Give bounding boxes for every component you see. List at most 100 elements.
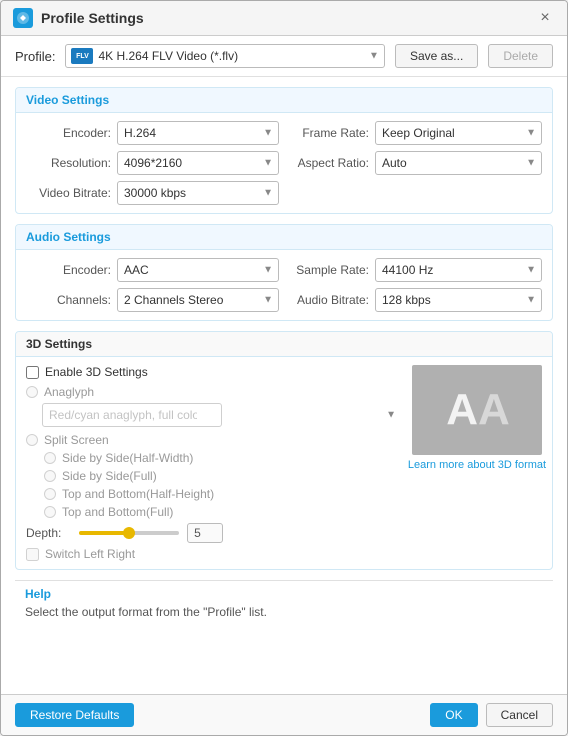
video-bitrate-select-wrapper: 30000 kbps ▼ [117, 181, 279, 205]
preview-letter-a2: A [478, 385, 508, 434]
resolution-select-wrapper: 4096*2160 ▼ [117, 151, 279, 175]
aspect-ratio-select[interactable]: Auto [375, 151, 542, 175]
split-option-2-radio[interactable] [44, 488, 56, 500]
help-text: Select the output format from the "Profi… [25, 605, 543, 619]
anaglyph-type-select[interactable]: Red/cyan anaglyph, full color [42, 403, 222, 427]
title-bar-left: Profile Settings [13, 8, 144, 28]
audio-form-grid: Encoder: AAC ▼ Channels: [26, 258, 542, 312]
channels-select[interactable]: 2 Channels Stereo [117, 288, 279, 312]
profile-select-wrapper: FLV 4K H.264 FLV Video (*.flv) ▼ [65, 44, 384, 68]
video-bitrate-select[interactable]: 30000 kbps [117, 181, 279, 205]
video-settings-header: Video Settings [16, 88, 552, 113]
channels-label: Channels: [26, 293, 111, 307]
switch-left-right-label[interactable]: Switch Left Right [45, 547, 135, 561]
enable-3d-checkbox[interactable] [26, 366, 39, 379]
audio-encoder-select-wrapper: AAC ▼ [117, 258, 279, 282]
depth-slider[interactable] [79, 531, 179, 535]
save-as-button[interactable]: Save as... [395, 44, 478, 68]
threed-left: Enable 3D Settings Anaglyph Red/cyan ana… [26, 365, 402, 561]
audio-bitrate-select-wrapper: 128 kbps ▼ [375, 288, 542, 312]
threed-settings-body: Enable 3D Settings Anaglyph Red/cyan ana… [16, 357, 552, 569]
cancel-button[interactable]: Cancel [486, 703, 553, 727]
anaglyph-type-arrow: ▼ [386, 410, 396, 421]
app-icon [13, 8, 33, 28]
channels-row: Channels: 2 Channels Stereo ▼ [26, 288, 279, 312]
threed-right: AA Learn more about 3D format [412, 365, 542, 561]
close-button[interactable]: × [535, 8, 555, 28]
anaglyph-select-wrapper: Red/cyan anaglyph, full color ▼ [42, 403, 402, 427]
audio-bitrate-select[interactable]: 128 kbps [375, 288, 542, 312]
split-option-2-row: Top and Bottom(Half-Height) [44, 487, 402, 501]
footer: Restore Defaults OK Cancel [1, 694, 567, 735]
split-option-0-label[interactable]: Side by Side(Half-Width) [62, 451, 193, 465]
encoder-select[interactable]: H.264 [117, 121, 279, 145]
split-option-3-row: Top and Bottom(Full) [44, 505, 402, 519]
sample-rate-select-wrapper: 44100 Hz ▼ [375, 258, 542, 282]
split-option-0-radio[interactable] [44, 452, 56, 464]
3d-preview-letters: AA [446, 385, 508, 435]
anaglyph-radio[interactable] [26, 386, 38, 398]
dialog: Profile Settings × Profile: FLV 4K H.264… [0, 0, 568, 736]
split-option-1-radio[interactable] [44, 470, 56, 482]
switch-left-right-checkbox[interactable] [26, 548, 39, 561]
frame-rate-row: Frame Rate: Keep Original ▼ [289, 121, 542, 145]
resolution-row: Resolution: 4096*2160 ▼ [26, 151, 279, 175]
enable-3d-label[interactable]: Enable 3D Settings [45, 365, 148, 379]
delete-button[interactable]: Delete [488, 44, 553, 68]
audio-settings-header: Audio Settings [16, 225, 552, 250]
split-option-3-label[interactable]: Top and Bottom(Full) [62, 505, 173, 519]
video-left-col: Encoder: H.264 ▼ Resolution: [26, 121, 279, 205]
restore-defaults-button[interactable]: Restore Defaults [15, 703, 134, 727]
split-option-0-row: Side by Side(Half-Width) [44, 451, 402, 465]
split-options-group: Side by Side(Half-Width) Side by Side(Fu… [44, 451, 402, 519]
ok-button[interactable]: OK [430, 703, 477, 727]
video-settings-body: Encoder: H.264 ▼ Resolution: [16, 113, 552, 213]
video-right-col: Frame Rate: Keep Original ▼ Aspect Ratio… [289, 121, 542, 205]
split-option-3-radio[interactable] [44, 506, 56, 518]
frame-rate-label: Frame Rate: [289, 126, 369, 140]
split-option-1-label[interactable]: Side by Side(Full) [62, 469, 157, 483]
video-settings-section: Video Settings Encoder: H.264 ▼ [15, 87, 553, 214]
footer-right: OK Cancel [430, 703, 553, 727]
split-screen-radio[interactable] [26, 434, 38, 446]
encoder-select-wrapper: H.264 ▼ [117, 121, 279, 145]
resolution-label: Resolution: [26, 156, 111, 170]
enable-3d-row: Enable 3D Settings [26, 365, 402, 379]
frame-rate-select[interactable]: Keep Original [375, 121, 542, 145]
audio-encoder-select[interactable]: AAC [117, 258, 279, 282]
audio-encoder-label: Encoder: [26, 263, 111, 277]
help-section: Help Select the output format from the "… [15, 580, 553, 625]
split-screen-label[interactable]: Split Screen [44, 433, 109, 447]
depth-label: Depth: [26, 526, 71, 540]
split-option-2-label[interactable]: Top and Bottom(Half-Height) [62, 487, 214, 501]
anaglyph-label[interactable]: Anaglyph [44, 385, 94, 399]
audio-settings-body: Encoder: AAC ▼ Channels: [16, 250, 552, 320]
content-area: Profile: FLV 4K H.264 FLV Video (*.flv) … [1, 36, 567, 694]
aspect-ratio-row: Aspect Ratio: Auto ▼ [289, 151, 542, 175]
profile-row: Profile: FLV 4K H.264 FLV Video (*.flv) … [1, 36, 567, 77]
audio-settings-section: Audio Settings Encoder: AAC ▼ [15, 224, 553, 321]
split-option-1-row: Side by Side(Full) [44, 469, 402, 483]
profile-select[interactable]: 4K H.264 FLV Video (*.flv) [65, 44, 384, 68]
frame-rate-select-wrapper: Keep Original ▼ [375, 121, 542, 145]
video-bitrate-row: Video Bitrate: 30000 kbps ▼ [26, 181, 279, 205]
audio-bitrate-row: Audio Bitrate: 128 kbps ▼ [289, 288, 542, 312]
audio-bitrate-label: Audio Bitrate: [289, 293, 369, 307]
audio-left-col: Encoder: AAC ▼ Channels: [26, 258, 279, 312]
help-title: Help [25, 587, 543, 601]
encoder-label: Encoder: [26, 126, 111, 140]
profile-label: Profile: [15, 49, 55, 64]
aspect-ratio-select-wrapper: Auto ▼ [375, 151, 542, 175]
aspect-ratio-label: Aspect Ratio: [289, 156, 369, 170]
title-bar: Profile Settings × [1, 1, 567, 36]
sample-rate-select[interactable]: 44100 Hz [375, 258, 542, 282]
format-badge: FLV [71, 48, 93, 64]
depth-spinbox[interactable] [187, 523, 223, 543]
resolution-select[interactable]: 4096*2160 [117, 151, 279, 175]
learn-more-link[interactable]: Learn more about 3D format [408, 459, 546, 471]
sample-rate-row: Sample Rate: 44100 Hz ▼ [289, 258, 542, 282]
split-screen-radio-row: Split Screen [26, 433, 402, 447]
audio-encoder-row: Encoder: AAC ▼ [26, 258, 279, 282]
encoder-row: Encoder: H.264 ▼ [26, 121, 279, 145]
video-form-grid: Encoder: H.264 ▼ Resolution: [26, 121, 542, 205]
